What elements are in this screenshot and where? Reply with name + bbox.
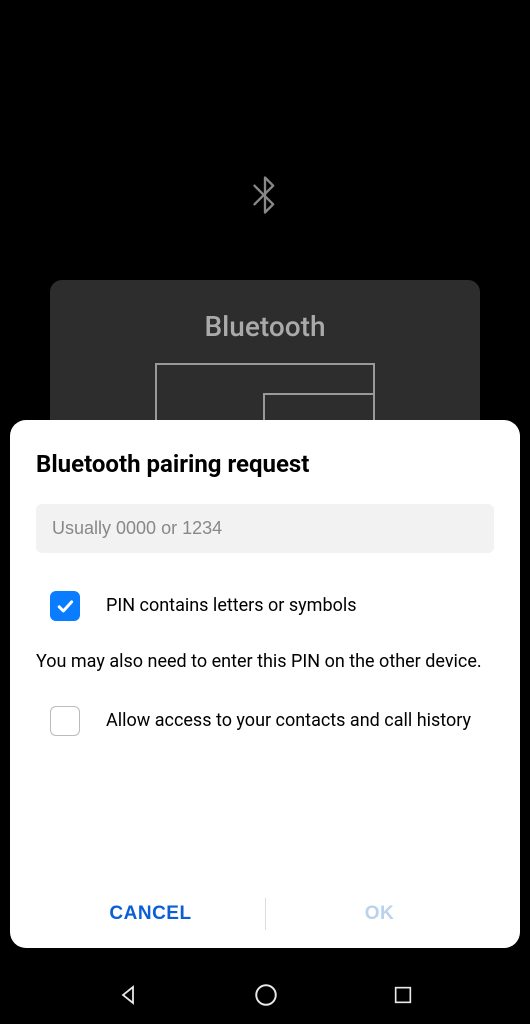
checkmark-icon — [55, 596, 75, 616]
dialog-actions: CANCEL OK — [36, 880, 494, 948]
triangle-back-icon — [116, 983, 140, 1007]
bluetooth-card-title: Bluetooth — [70, 310, 460, 343]
pin-hint: You may also need to enter this PIN on t… — [36, 649, 494, 674]
letters-checkbox-row[interactable]: PIN contains letters or symbols — [36, 591, 494, 621]
letters-checkbox-label: PIN contains letters or symbols — [106, 594, 357, 618]
navigation-bar — [0, 966, 530, 1024]
dialog-title: Bluetooth pairing request — [36, 450, 494, 478]
letters-checkbox[interactable] — [50, 591, 80, 621]
actions-divider — [265, 898, 266, 930]
contacts-checkbox-label: Allow access to your contacts and call h… — [106, 709, 471, 733]
ok-button[interactable]: OK — [265, 880, 494, 948]
circle-home-icon — [253, 982, 279, 1008]
cancel-button[interactable]: CANCEL — [36, 880, 265, 948]
pairing-dialog: Bluetooth pairing request PIN contains l… — [10, 420, 520, 948]
recent-button[interactable] — [392, 984, 414, 1006]
pin-input[interactable] — [36, 504, 494, 553]
contacts-checkbox[interactable] — [50, 706, 80, 736]
bluetooth-icon — [251, 175, 279, 219]
back-button[interactable] — [116, 983, 140, 1007]
home-button[interactable] — [253, 982, 279, 1008]
contacts-checkbox-row[interactable]: Allow access to your contacts and call h… — [36, 706, 494, 736]
square-recent-icon — [392, 984, 414, 1006]
